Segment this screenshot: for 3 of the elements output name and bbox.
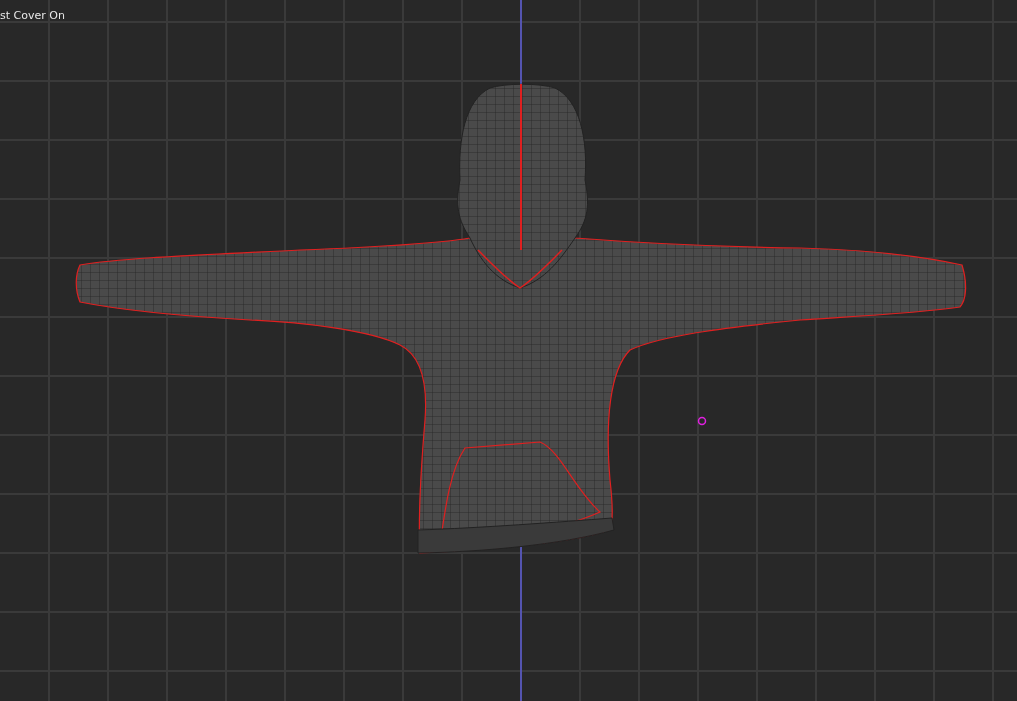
overlay-text: st Cover On (0, 9, 65, 22)
3d-viewport[interactable]: st Cover On (0, 0, 1017, 701)
origin-marker-icon (697, 416, 707, 426)
